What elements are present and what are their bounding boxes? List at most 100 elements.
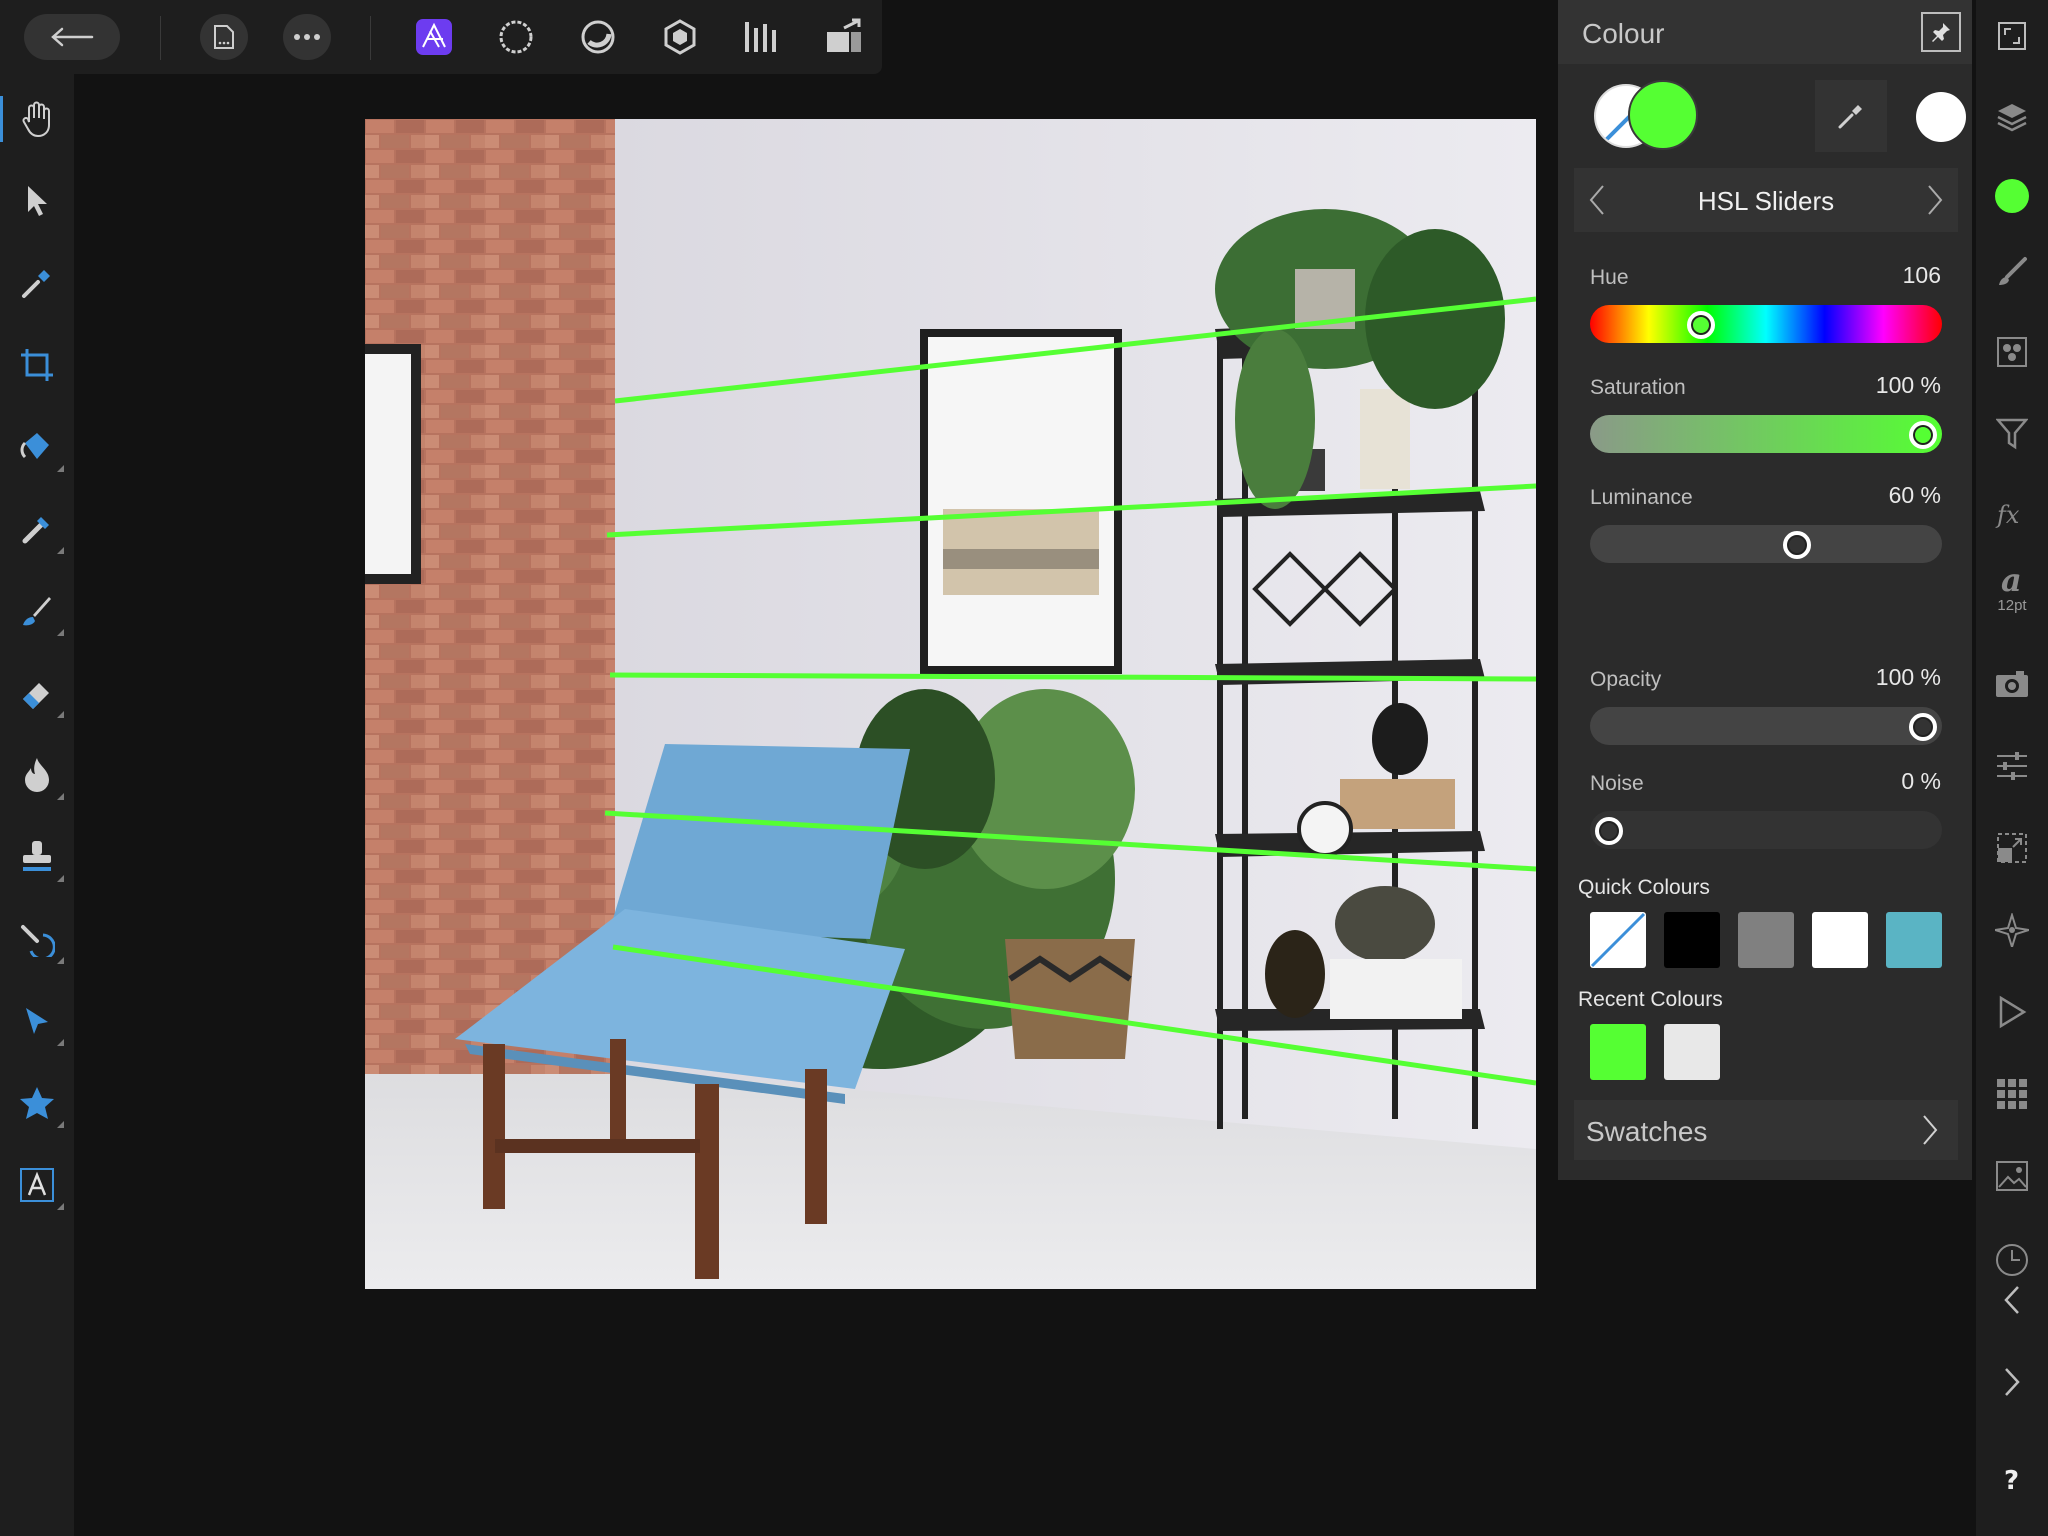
view-tool[interactable] (0, 90, 66, 148)
text-tool[interactable] (8, 1156, 66, 1214)
camera-icon (1996, 671, 2028, 697)
hue-slider-knob[interactable] (1687, 311, 1716, 339)
help-button[interactable]: ? (1984, 1452, 2040, 1508)
redo-button[interactable] (1984, 1354, 2040, 1410)
colour-dot-icon (1995, 179, 2029, 213)
opacity-slider-knob[interactable] (1909, 713, 1937, 741)
transform-studio-button[interactable] (1984, 820, 2040, 876)
chevron-right-icon (2005, 1368, 2020, 1396)
paint-brush-tool[interactable] (8, 582, 66, 640)
eyedropper-icon (22, 270, 50, 298)
adjustments-studio-button[interactable] (1984, 738, 2040, 794)
navigator-studio-button[interactable] (1984, 902, 2040, 958)
luminance-value: 60 % (1888, 482, 1941, 508)
recent-colours-label: Recent Colours (1578, 988, 1723, 1011)
snapshots-studio-button[interactable] (1984, 656, 2040, 712)
eyedropper-icon (1838, 105, 1862, 129)
undo-button[interactable] (1984, 1272, 2040, 1328)
more-tools-indicator (57, 1121, 64, 1128)
quick-colour-black[interactable] (1664, 912, 1720, 968)
luminance-slider-knob[interactable] (1783, 531, 1812, 559)
transform-icon (1997, 833, 2027, 863)
pin-panel-button[interactable] (1921, 12, 1961, 52)
opacity-label: Opacity (1590, 668, 1662, 691)
quick-colour-grey[interactable] (1738, 912, 1794, 968)
crop-tool[interactable] (8, 336, 66, 394)
more-tools-indicator (57, 1039, 64, 1046)
saturation-slider[interactable] (1590, 415, 1942, 453)
histogram-studio-button[interactable] (1984, 406, 2040, 462)
export-persona-button[interactable] (738, 14, 786, 60)
more-tools-indicator (57, 547, 64, 554)
more-tools-indicator (57, 875, 64, 882)
recent-colour-light-grey[interactable] (1664, 1024, 1720, 1080)
burn-tool[interactable] (8, 746, 66, 804)
colour-picker-button[interactable] (1815, 80, 1887, 152)
next-mode-button[interactable] (1920, 182, 1950, 218)
colour-picker-tool[interactable] (8, 254, 66, 312)
chevron-right-icon (1928, 185, 1943, 215)
export-persona-icon (827, 18, 861, 52)
flame-icon (25, 758, 49, 792)
stock-studio-button[interactable] (1984, 1148, 2040, 1204)
erase-brush-tool[interactable] (8, 664, 66, 722)
inpainting-tool[interactable] (8, 910, 66, 968)
opacity-value: 100 % (1875, 664, 1941, 690)
hue-slider[interactable] (1590, 305, 1942, 343)
flood-fill-tool[interactable] (8, 418, 66, 476)
more-tools-indicator (57, 957, 64, 964)
colour-studio-button[interactable] (1984, 168, 2040, 224)
saturation-label: Saturation (1590, 376, 1686, 399)
toggle-studio-button[interactable] (1984, 8, 2040, 64)
more-tools-indicator (57, 629, 64, 636)
selection-brush-icon (22, 517, 49, 544)
noise-label: Noise (1590, 772, 1644, 795)
layers-studio-button[interactable] (1984, 90, 2040, 146)
export-button[interactable] (820, 14, 868, 60)
noise-value: 0 % (1901, 768, 1941, 794)
channels-studio-button[interactable] (1984, 324, 2040, 380)
selection-brush-tool[interactable] (8, 500, 66, 558)
saturation-slider-knob[interactable] (1909, 421, 1937, 449)
macro-studio-button[interactable] (1984, 984, 2040, 1040)
pen-nib-icon (26, 1008, 48, 1034)
clone-tool[interactable] (8, 828, 66, 886)
move-tool[interactable] (8, 172, 66, 230)
shape-tool[interactable] (8, 1074, 66, 1132)
fill-colour-well[interactable] (1628, 80, 1698, 150)
develop-persona-button[interactable] (574, 14, 622, 60)
swatches-panel-link[interactable]: Swatches (1574, 1100, 1958, 1160)
photo-image (365, 119, 1536, 1289)
quick-colour-teal[interactable] (1886, 912, 1942, 968)
luminance-label: Luminance (1590, 486, 1693, 509)
document-button[interactable] (200, 14, 248, 60)
library-studio-button[interactable] (1984, 1066, 2040, 1122)
colour-mode-selector[interactable]: HSL Sliders (1574, 168, 1958, 232)
opacity-slider[interactable] (1590, 707, 1942, 745)
pen-tool[interactable] (8, 992, 66, 1050)
effects-studio-button[interactable]: fx (1984, 488, 2040, 544)
noise-slider[interactable] (1590, 811, 1942, 849)
document-canvas[interactable] (365, 119, 1536, 1289)
text-frame-icon (20, 1168, 54, 1202)
quick-colour-white[interactable] (1812, 912, 1868, 968)
picked-colour-swatch[interactable] (1916, 92, 1966, 142)
quick-colour-none[interactable] (1590, 912, 1646, 968)
luminance-slider[interactable] (1590, 525, 1942, 563)
top-toolbar (0, 0, 882, 74)
recent-colour-green[interactable] (1590, 1024, 1646, 1080)
colour-panel-header: Colour (1558, 0, 1973, 64)
fill-stroke-wells (1594, 80, 1724, 152)
tone-stretch-icon (745, 22, 776, 52)
affinity-photo-app: Colour HSL Sliders Hue 106 Saturation 10… (0, 0, 2048, 1536)
back-button[interactable] (24, 14, 120, 60)
noise-slider-knob[interactable] (1595, 817, 1623, 845)
photo-persona-button[interactable] (410, 14, 458, 60)
liquify-persona-button[interactable] (492, 14, 540, 60)
text-style-icon: a (2001, 563, 2022, 597)
more-button[interactable] (283, 14, 331, 60)
tone-mapping-persona-button[interactable] (656, 14, 704, 60)
brushes-studio-button[interactable] (1984, 244, 2040, 300)
text-styles-studio-button[interactable]: a 12pt (1984, 560, 2040, 616)
liquify-persona-icon (499, 20, 533, 54)
